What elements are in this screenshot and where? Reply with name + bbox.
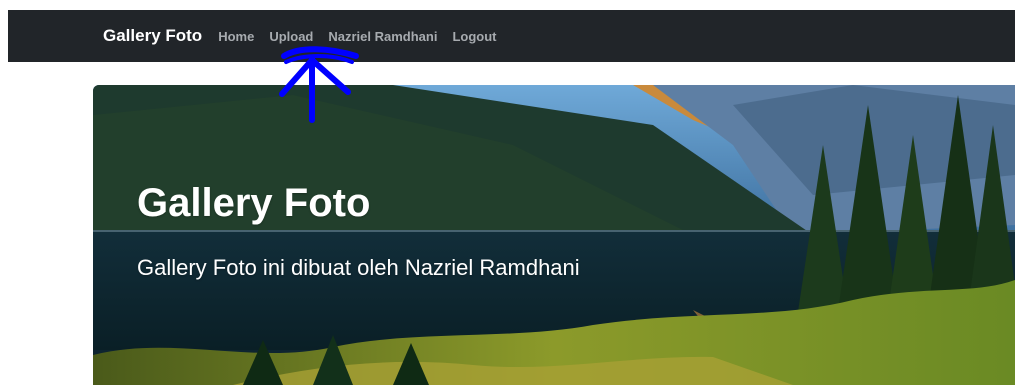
nav-link-logout[interactable]: Logout <box>452 29 496 44</box>
nav-link-profile[interactable]: Nazriel Ramdhani <box>328 29 437 44</box>
hero-title: Gallery Foto <box>137 181 371 225</box>
hero-background-image <box>93 85 1015 385</box>
nav-links: Home Upload Nazriel Ramdhani Logout <box>218 29 496 44</box>
navbar-brand[interactable]: Gallery Foto <box>103 26 202 46</box>
nav-link-home[interactable]: Home <box>218 29 254 44</box>
hero-banner: Gallery Foto Gallery Foto ini dibuat ole… <box>93 85 1015 385</box>
page: Gallery Foto Home Upload Nazriel Ramdhan… <box>0 0 1015 385</box>
hero-subtitle: Gallery Foto ini dibuat oleh Nazriel Ram… <box>137 255 580 280</box>
nav-link-upload[interactable]: Upload <box>269 29 313 44</box>
top-navbar: Gallery Foto Home Upload Nazriel Ramdhan… <box>8 10 1015 62</box>
